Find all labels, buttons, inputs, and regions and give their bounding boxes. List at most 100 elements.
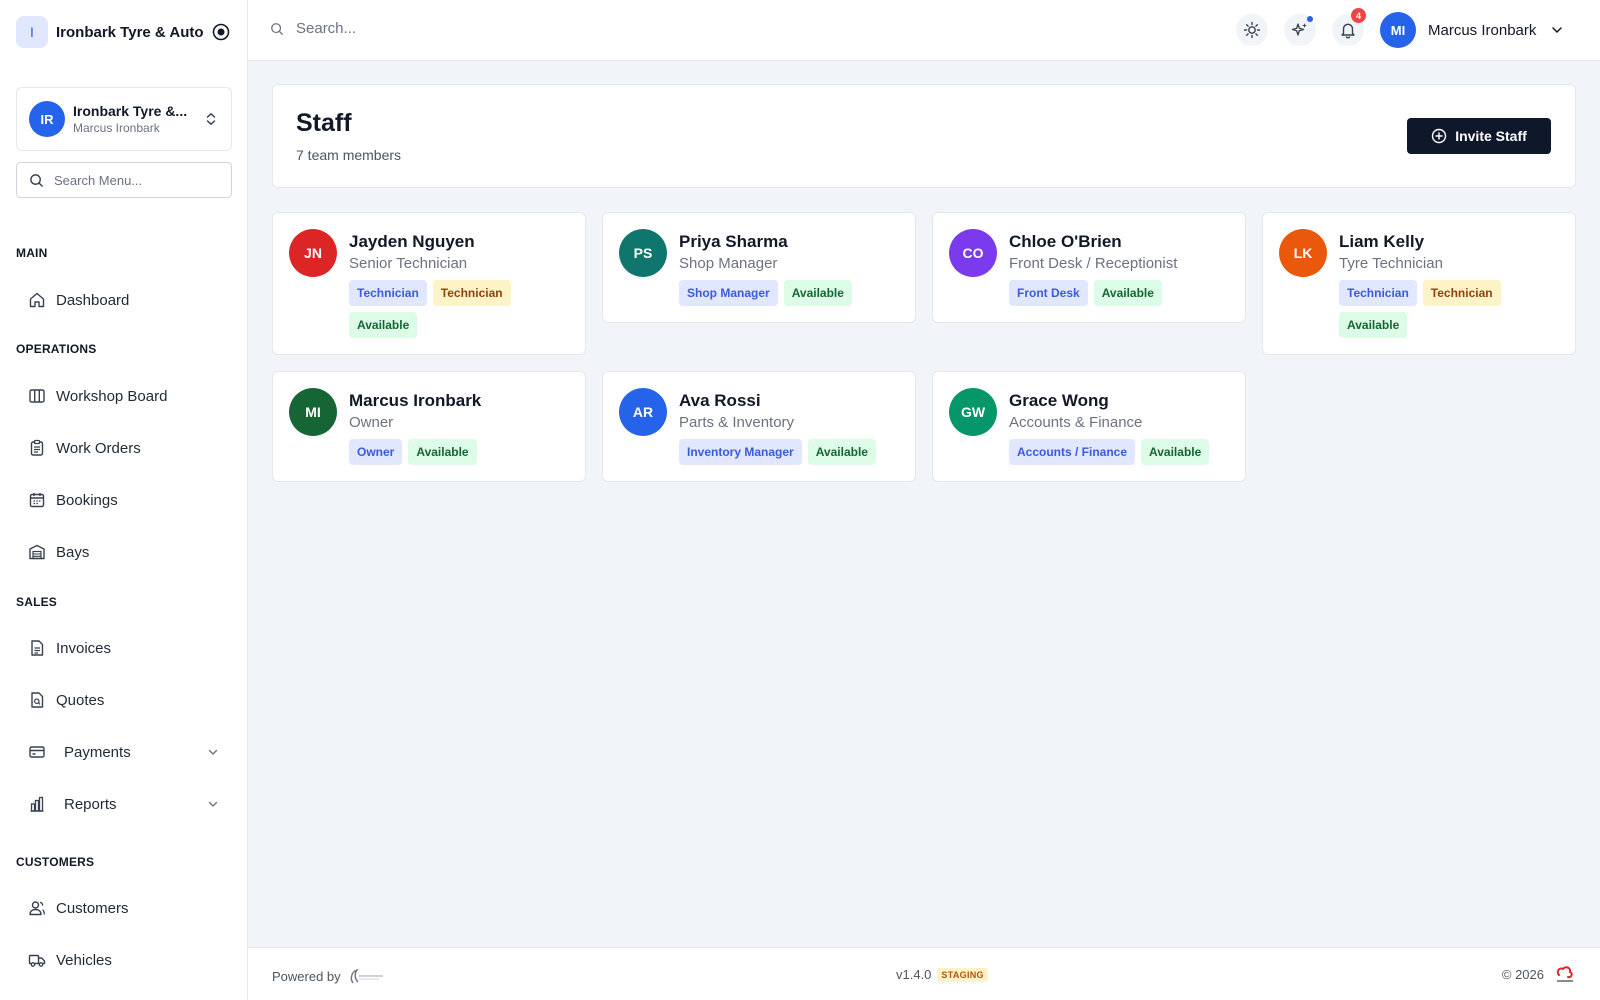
status-badge: Available bbox=[1141, 439, 1210, 465]
credit-card-icon bbox=[28, 743, 46, 761]
tag-list: Shop Manager Available bbox=[679, 280, 899, 306]
notification-count-badge: 4 bbox=[1351, 8, 1366, 23]
staff-card[interactable]: LK Liam Kelly Tyre Technician Technician Tec… bbox=[1262, 212, 1576, 355]
search-icon bbox=[270, 22, 284, 36]
notifications-button[interactable]: 4 bbox=[1332, 8, 1366, 46]
staff-role: Front Desk / Receptionist bbox=[1009, 255, 1178, 272]
truck-icon bbox=[28, 951, 46, 969]
chevron-down-icon[interactable] bbox=[206, 797, 220, 811]
staff-role: Owner bbox=[349, 414, 394, 431]
sidebar-item-customers[interactable]: Customers bbox=[28, 890, 220, 926]
section-label-operations: OPERATIONS bbox=[16, 342, 97, 356]
garage-icon bbox=[28, 543, 46, 561]
staff-name[interactable]: Grace Wong bbox=[1009, 391, 1229, 411]
user-menu[interactable]: MI Marcus Ironbark bbox=[1380, 12, 1564, 48]
bar-chart-icon bbox=[28, 795, 46, 813]
page-title: Staff bbox=[296, 109, 352, 137]
sidebar-item-quotes[interactable]: Quotes bbox=[28, 682, 220, 718]
section-label-main: MAIN bbox=[16, 246, 48, 260]
vendor-logo[interactable] bbox=[349, 967, 385, 985]
role-badge: Shop Manager bbox=[679, 280, 778, 306]
avatar: MI bbox=[289, 388, 337, 436]
chevron-down-icon bbox=[1550, 23, 1564, 37]
sidebar-item-invoices[interactable]: Invoices bbox=[28, 630, 220, 666]
status-badge: Available bbox=[349, 312, 418, 338]
invite-staff-label: Invite Staff bbox=[1455, 128, 1527, 144]
status-badge: Available bbox=[807, 439, 876, 465]
version-info: v1.4.0 STAGING bbox=[896, 967, 988, 982]
staff-name[interactable]: Liam Kelly bbox=[1339, 232, 1559, 252]
role-badge: Technician bbox=[1339, 280, 1417, 306]
staff-card[interactable]: PS Priya Sharma Shop Manager Shop Manager Av… bbox=[602, 212, 916, 323]
chevron-down-icon[interactable] bbox=[206, 745, 220, 759]
sidebar-item-label: Bookings bbox=[56, 491, 118, 509]
tag-list: Accounts / Finance Available bbox=[1009, 439, 1229, 465]
role-badge: Front Desk bbox=[1009, 280, 1088, 306]
users-icon bbox=[28, 899, 46, 917]
staff-card[interactable]: CO Chloe O'Brien Front Desk / Receptionist… bbox=[932, 212, 1246, 323]
team-count: 7 team members bbox=[296, 147, 402, 163]
sidebar-item-label: Invoices bbox=[56, 639, 112, 657]
sidebar-item-bays[interactable]: Bays bbox=[28, 534, 220, 570]
tag-list: Technician Technician Available bbox=[1339, 280, 1559, 338]
sidebar-item-work-orders[interactable]: Work Orders bbox=[28, 430, 220, 466]
org-switcher[interactable]: IR Ironbark Tyre &... Marcus Ironbark bbox=[16, 87, 232, 151]
staff-name[interactable]: Marcus Ironbark bbox=[349, 391, 569, 411]
avatar: CO bbox=[949, 229, 997, 277]
role-badge: Inventory Manager bbox=[679, 439, 802, 465]
staff-role: Parts & Inventory bbox=[679, 414, 795, 431]
ai-assistant-button[interactable] bbox=[1284, 14, 1316, 46]
sidebar-item-label: Quotes bbox=[56, 691, 105, 709]
brand-logo[interactable]: I bbox=[16, 16, 48, 48]
company-logo[interactable] bbox=[1554, 962, 1576, 984]
page-header: Staff 7 team members Invite Staff bbox=[272, 84, 1576, 188]
user-name: Marcus Ironbark bbox=[1428, 21, 1537, 39]
sidebar-item-workshop-board[interactable]: Workshop Board bbox=[28, 378, 220, 414]
invite-staff-button[interactable]: Invite Staff bbox=[1407, 118, 1551, 154]
new-indicator-dot bbox=[1307, 16, 1313, 22]
staff-card[interactable]: AR Ava Rossi Parts & Inventory Inventory Ma… bbox=[602, 371, 916, 482]
file-text-icon bbox=[28, 639, 46, 657]
avatar: PS bbox=[619, 229, 667, 277]
staff-card[interactable]: MI Marcus Ironbark Owner Owner Available bbox=[272, 371, 586, 482]
status-badge: Available bbox=[1093, 280, 1162, 306]
global-search-input[interactable] bbox=[296, 20, 596, 37]
brand-name[interactable]: Ironbark Tyre & Auto bbox=[56, 24, 211, 41]
sidebar-item-label: Work Orders bbox=[56, 439, 141, 457]
sidebar-toggle-icon[interactable] bbox=[211, 22, 231, 42]
brand-bar: I Ironbark Tyre & Auto bbox=[0, 0, 247, 64]
avatar: MI bbox=[1380, 12, 1416, 48]
tag-list: Inventory Manager Available bbox=[679, 439, 899, 465]
tag-list: Technician Technician Available bbox=[349, 280, 569, 338]
sidebar-item-label: Customers bbox=[56, 899, 129, 917]
staff-name[interactable]: Jayden Nguyen bbox=[349, 232, 569, 252]
theme-toggle-button[interactable] bbox=[1236, 14, 1268, 46]
bell-icon bbox=[1339, 21, 1357, 39]
staff-name[interactable]: Ava Rossi bbox=[679, 391, 899, 411]
sidebar-item-dashboard[interactable]: Dashboard bbox=[28, 282, 220, 318]
sidebar-item-payments[interactable]: Payments bbox=[28, 734, 220, 770]
sidebar-item-label: Dashboard bbox=[56, 291, 130, 309]
staff-role: Senior Technician bbox=[349, 255, 468, 272]
plus-circle-icon bbox=[1431, 128, 1455, 144]
staff-name[interactable]: Priya Sharma bbox=[679, 232, 899, 252]
sidebar: I Ironbark Tyre & Auto IR Ironbark Tyre … bbox=[0, 0, 248, 1000]
menu-search-input[interactable] bbox=[54, 172, 214, 188]
staff-role: Shop Manager bbox=[679, 255, 778, 272]
avatar: LK bbox=[1279, 229, 1327, 277]
powered-by: Powered by bbox=[272, 967, 385, 985]
sidebar-item-label: Reports bbox=[64, 795, 117, 813]
tag-list: Owner Available bbox=[349, 439, 569, 465]
clipboard-icon bbox=[28, 439, 46, 457]
footer: Powered by v1.4.0 STAGING © 2026 bbox=[248, 947, 1600, 1000]
skill-badge: Technician bbox=[1422, 280, 1501, 306]
staff-card[interactable]: JN Jayden Nguyen Senior Technician Technici… bbox=[272, 212, 586, 355]
sidebar-item-reports[interactable]: Reports bbox=[28, 786, 220, 822]
staff-role: Accounts & Finance bbox=[1009, 414, 1143, 431]
staff-card[interactable]: GW Grace Wong Accounts & Finance Accounts /… bbox=[932, 371, 1246, 482]
sidebar-item-bookings[interactable]: Bookings bbox=[28, 482, 220, 518]
sidebar-item-vehicles[interactable]: Vehicles bbox=[28, 942, 220, 978]
file-search-icon bbox=[28, 691, 46, 709]
skill-badge: Technician bbox=[432, 280, 511, 306]
staff-name[interactable]: Chloe O'Brien bbox=[1009, 232, 1229, 252]
